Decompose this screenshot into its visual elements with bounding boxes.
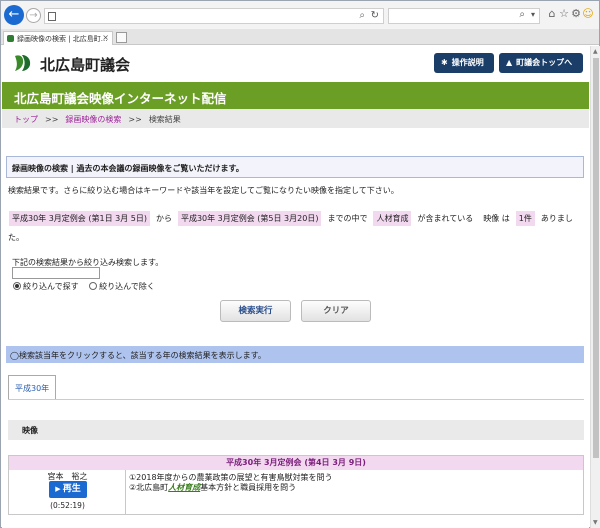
url-input[interactable]: ⌕ ↻ (44, 8, 384, 24)
page-content: 北広島町議会 ✱ 操作説明 ▲ 町議会トップへ 北広島町議会映像インターネット配信 … (2, 46, 589, 528)
toolbar-icons: ⌂ ☆ ⚙☺ (546, 7, 598, 23)
breadcrumb-current: 検索結果 (148, 115, 181, 124)
browser-tab[interactable]: 録画映像の検索 | 北広島町... × (3, 31, 113, 45)
forward-button[interactable]: → (26, 8, 41, 23)
back-button[interactable]: ← (4, 5, 24, 25)
session-title: 平成30年 3月定例会 (第4日 3月 9日) (9, 456, 583, 470)
search-button[interactable]: 検索実行 (220, 300, 291, 322)
building-icon: ▲ (506, 58, 513, 67)
council-top-button-label: 町議会トップへ (516, 58, 573, 67)
home-icon[interactable]: ⌂ (546, 7, 558, 20)
divider (8, 399, 584, 400)
address-bar-row: ← → ⌕ ↻ ⌕ ▾ ⌂ ☆ ⚙☺ (1, 1, 599, 29)
contains-word: が含まれている (417, 214, 474, 223)
logo-icon (15, 55, 31, 71)
close-icon[interactable]: × (102, 33, 109, 42)
intro-text: 検索結果です。さらに絞り込む場合はキーワードや該当年を設定してご覧になりたい映像… (8, 186, 399, 195)
video-section-header: 映像 (8, 420, 584, 440)
narrow-radio[interactable] (13, 282, 21, 290)
duration: (0:52:19) (50, 501, 85, 510)
refine-input[interactable] (12, 267, 100, 279)
topic-1: ①2018年度からの農業政策の展望と有害鳥獣対策を問う (129, 473, 333, 482)
page-title: 北広島町議会映像インターネット配信 (14, 91, 227, 106)
search-conditions: 平成30年 3月定例会 (第1日 3月 5日) から 平成30年 3月定例会 (第5… (8, 209, 583, 247)
breadcrumb-search-link[interactable]: 録画映像の検索 (65, 115, 121, 124)
topics-cell: ①2018年度からの農業政策の展望と有害鳥獣対策を問う ②北広島町人材育成基本方… (129, 473, 333, 493)
scroll-up-icon[interactable]: ▲ (593, 48, 598, 55)
tab-title: 録画映像の検索 | 北広島町... (17, 35, 108, 43)
refresh-icon[interactable]: ↻ (371, 10, 379, 21)
gear-icon[interactable]: ⚙ (570, 7, 582, 20)
topic-2: ②北広島町人材育成基本方針と職員採用を問う (129, 483, 333, 493)
chevron-down-icon[interactable]: ▾ (531, 10, 535, 19)
play-icon: ▶ (55, 485, 61, 493)
search-icon[interactable]: ⌕ (359, 10, 365, 21)
result-count: 1件 (515, 211, 535, 226)
clear-button[interactable]: クリア (301, 300, 371, 322)
speaker-cell: 宮本 裕之 ▶ 再生 (0:52:19) (9, 470, 126, 514)
from-word: から (155, 214, 172, 223)
keyword-highlight: 人材育成 (168, 483, 201, 492)
vertical-scrollbar[interactable]: ▲ ▼ (590, 46, 600, 528)
refine-options: 絞り込んで探す 絞り込んで除く (13, 281, 155, 292)
council-top-button[interactable]: ▲ 町議会トップへ (499, 53, 583, 73)
breadcrumb-separator: >> (45, 115, 59, 124)
play-label: 再生 (62, 484, 81, 494)
breadcrumb: トップ >> 録画映像の検索 >> 検索結果 (2, 109, 589, 128)
breadcrumb-separator: >> (128, 115, 142, 124)
hint-bar: ◯検索該当年をクリックすると、該当する年の検索結果を表示します。 (6, 346, 584, 363)
topic-2-prefix: ②北広島町 (129, 483, 169, 492)
exclude-label[interactable]: 絞り込んで除く (99, 282, 155, 291)
scroll-thumb[interactable] (593, 58, 599, 458)
site-title[interactable]: 北広島町議会 (40, 54, 130, 75)
to-word: までの中で (327, 214, 368, 223)
manual-button[interactable]: ✱ 操作説明 (434, 53, 494, 73)
browser-search-input[interactable]: ⌕ ▾ (388, 8, 540, 24)
exclude-radio[interactable] (89, 282, 98, 290)
notice-box: 録画映像の検索 | 過去の本会議の録画映像をご覧いただけます。 (6, 156, 584, 178)
favicon-icon (7, 35, 14, 42)
keyword: 人材育成 (373, 211, 412, 226)
site-header: 北広島町議会 ✱ 操作説明 ▲ 町議会トップへ (2, 46, 589, 82)
session-table: 平成30年 3月定例会 (第4日 3月 9日) 宮本 裕之 ▶ 再生 (0:52:… (8, 455, 584, 515)
narrow-label[interactable]: 絞り込んで探す (23, 282, 79, 291)
manual-button-label: 操作説明 (451, 58, 484, 67)
video-word: 映像 は (483, 214, 510, 223)
to-session: 平成30年 3月定例会 (第5日 3月20日) (177, 211, 322, 226)
from-session: 平成30年 3月定例会 (第1日 3月 5日) (9, 211, 150, 226)
smiley-icon[interactable]: ☺ (582, 7, 594, 20)
page-icon (48, 12, 56, 21)
magnifier-icon[interactable]: ⌕ (519, 9, 525, 20)
breadcrumb-top-link[interactable]: トップ (14, 115, 38, 124)
play-button[interactable]: ▶ 再生 (49, 481, 87, 498)
topic-2-suffix: 基本方針と職員採用を問う (200, 483, 297, 492)
gear-icon: ✱ (441, 58, 448, 67)
browser-window: ← → ⌕ ↻ ⌕ ▾ ⌂ ☆ ⚙☺ 録画映像の検索 | 北広島町... × 北… (0, 0, 600, 528)
title-band: 北広島町議会映像インターネット配信 (2, 82, 589, 109)
star-icon[interactable]: ☆ (558, 7, 570, 20)
tab-strip: 録画映像の検索 | 北広島町... × (1, 29, 599, 45)
tab-year[interactable]: 平成30年 (8, 375, 56, 399)
scroll-down-icon[interactable]: ▼ (593, 519, 598, 526)
new-tab-button[interactable] (116, 32, 127, 43)
